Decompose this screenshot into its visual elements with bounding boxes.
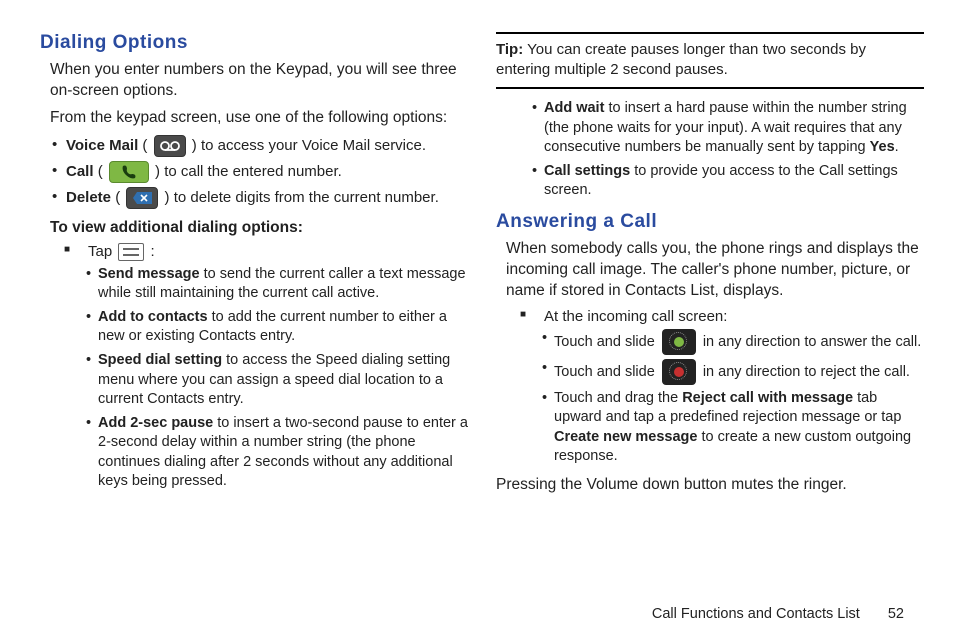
answer-before: Touch and slide: [554, 333, 659, 349]
add-wait-desc-b: .: [895, 139, 899, 155]
add-to-contacts-label: Add to contacts: [98, 309, 208, 325]
voice-mail-item: Voice Mail ( ) to access your Voice Mail…: [52, 135, 468, 157]
delete-item: Delete ( ) to delete digits from the cur…: [52, 187, 468, 209]
page-number: 52: [888, 606, 904, 622]
add-wait-item: Add wait to insert a hard pause within t…: [532, 99, 924, 158]
answer-after: in any direction to answer the call.: [703, 333, 921, 349]
speed-dial-label: Speed dial setting: [98, 352, 222, 368]
send-message-item: Send message to send the current caller …: [86, 265, 468, 304]
at-incoming-screen-text: At the incoming call screen:: [544, 308, 727, 325]
call-label: Call: [66, 163, 94, 180]
add-wait-label: Add wait: [544, 100, 604, 116]
call-settings-label: Call settings: [544, 163, 630, 179]
rwm-bold1: Reject call with message: [682, 390, 853, 406]
delete-icon: [126, 187, 158, 209]
reject-with-message-item: Touch and drag the Reject call with mess…: [542, 389, 924, 467]
add-pause-item: Add 2-sec pause to insert a two-second p…: [86, 414, 468, 492]
call-item: Call ( ) to call the entered number.: [52, 161, 468, 183]
left-column: Dialing Options When you enter numbers o…: [40, 32, 468, 626]
answering-intro: When somebody calls you, the phone rings…: [506, 239, 924, 302]
tip-box: Tip: You can create pauses longer than t…: [496, 32, 924, 89]
reject-action-item: Touch and slide in any direction to reje…: [542, 359, 924, 385]
closing-note: Pressing the Volume down button mutes th…: [496, 475, 924, 496]
menu-icon: [118, 243, 144, 261]
rwm-bold2: Create new message: [554, 429, 697, 445]
rwm-before: Touch and drag the: [554, 390, 682, 406]
reject-after: in any direction to reject the call.: [703, 363, 910, 379]
chapter-title: Call Functions and Contacts List: [652, 606, 860, 622]
send-message-label: Send message: [98, 266, 200, 282]
speed-dial-item: Speed dial setting to access the Speed d…: [86, 351, 468, 410]
call-icon: [109, 161, 149, 183]
yes-label: Yes: [870, 139, 895, 155]
manual-page: Dialing Options When you enter numbers o…: [0, 0, 954, 636]
add-to-contacts-item: Add to contacts to add the current numbe…: [86, 308, 468, 347]
keypad-options-list: Voice Mail ( ) to access your Voice Mail…: [52, 135, 468, 209]
intro-paragraph-2: From the keypad screen, use one of the f…: [50, 108, 468, 129]
tap-menu-item: Tap :: [64, 243, 468, 261]
additional-options-heading: To view additional dialing options:: [50, 219, 468, 237]
additional-options-list: Send message to send the current caller …: [86, 265, 468, 492]
answer-slide-icon: [662, 329, 696, 355]
voice-mail-label: Voice Mail: [66, 137, 138, 154]
call-desc: to call the entered number.: [164, 163, 342, 180]
answering-call-heading: Answering a Call: [496, 211, 924, 233]
tap-colon: :: [151, 243, 155, 260]
continued-options-list: Add wait to insert a hard pause within t…: [532, 99, 924, 201]
tip-label: Tip:: [496, 41, 523, 58]
at-incoming-screen-item: At the incoming call screen:: [520, 308, 924, 325]
delete-label: Delete: [66, 189, 111, 206]
tip-text: You can create pauses longer than two se…: [496, 41, 866, 78]
delete-desc: to delete digits from the current number…: [174, 189, 439, 206]
voice-mail-desc: to access your Voice Mail service.: [201, 137, 426, 154]
reject-slide-icon: [662, 359, 696, 385]
add-pause-label: Add 2-sec pause: [98, 415, 213, 431]
incoming-actions-list: Touch and slide in any direction to answ…: [542, 329, 924, 467]
tap-text: Tap: [88, 243, 116, 260]
call-settings-item: Call settings to provide you access to t…: [532, 162, 924, 201]
right-column: Tip: You can create pauses longer than t…: [496, 32, 924, 626]
page-footer: Call Functions and Contacts List 52: [652, 606, 904, 622]
voicemail-icon: [154, 135, 186, 157]
dialing-options-heading: Dialing Options: [40, 32, 468, 54]
answer-action-item: Touch and slide in any direction to answ…: [542, 329, 924, 355]
intro-paragraph-1: When you enter numbers on the Keypad, yo…: [50, 60, 468, 102]
reject-before: Touch and slide: [554, 363, 659, 379]
